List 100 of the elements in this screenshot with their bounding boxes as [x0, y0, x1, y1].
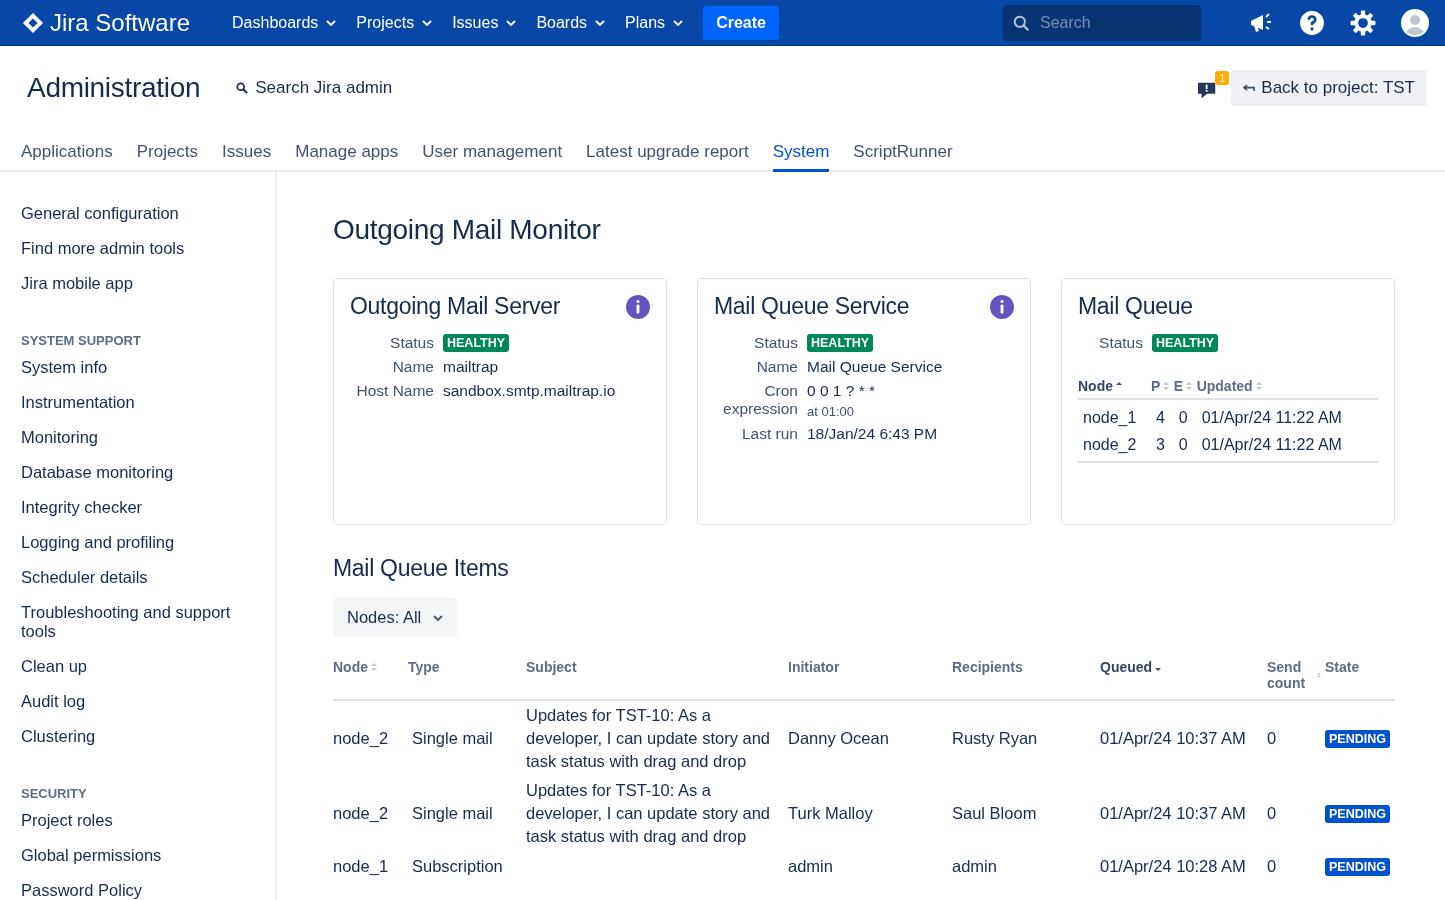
- admin-tab[interactable]: Latest upgrade report: [586, 142, 749, 172]
- table-cell: 01/Apr/24 11:22 AM: [1201, 436, 1342, 453]
- table-cell: Turk Malloy: [788, 804, 873, 822]
- table-cell: 0: [1267, 857, 1277, 875]
- table-cell: Updates for TST-10: As a developer, I can update story and task status with drag and drop: [526, 781, 770, 845]
- table-cell: node_1: [1083, 409, 1137, 426]
- column-header[interactable]: Node: [1078, 378, 1122, 394]
- field-label: Name: [391, 358, 434, 376]
- sidebar-link[interactable]: Project roles: [21, 811, 254, 830]
- sidebar-link[interactable]: Troubleshooting and support tools: [21, 603, 254, 641]
- sidebar-link[interactable]: Find more admin tools: [21, 239, 254, 258]
- table-cell: 3: [1155, 436, 1165, 453]
- page-heading: Administration: [27, 72, 201, 104]
- table-cell: 0: [1267, 729, 1277, 747]
- nav-menu-dropdown[interactable]: Projects: [346, 7, 443, 38]
- table-cell: 01/Apr/24 10:37 AM: [1100, 804, 1246, 822]
- sidebar-link[interactable]: Global permissions: [21, 846, 254, 865]
- field-value: 0 0 1 ? * *: [807, 382, 876, 400]
- admin-tab[interactable]: ScriptRunner: [853, 142, 953, 172]
- search-icon: [1013, 14, 1030, 32]
- table-cell: Updates for TST-10: As a developer, I can update story and task status with drag and drop: [526, 706, 770, 770]
- table-cell: 0: [1178, 436, 1188, 453]
- column-header[interactable]: Send count: [1267, 659, 1321, 691]
- table-cell: admin: [788, 857, 833, 875]
- search-admin-link[interactable]: Search Jira admin: [236, 78, 393, 98]
- info-icon[interactable]: [990, 294, 1014, 319]
- avatar-icon[interactable]: [1401, 8, 1429, 37]
- field-label: Host Name: [355, 382, 434, 400]
- sidebar-link[interactable]: Clustering: [21, 727, 254, 746]
- column-header[interactable]: Queued: [1100, 659, 1162, 675]
- nav-menu-dropdown[interactable]: Boards: [526, 7, 616, 38]
- field-label: Last run: [741, 425, 798, 443]
- sidebar-link[interactable]: Integrity checker: [21, 498, 254, 517]
- table-cell: Danny Ocean: [788, 729, 889, 747]
- sidebar-link[interactable]: Instrumentation: [21, 393, 254, 412]
- admin-tab[interactable]: Issues: [222, 142, 272, 172]
- sidebar-link[interactable]: Scheduler details: [21, 568, 254, 587]
- status-lozenge: HEALTHY: [1152, 334, 1219, 352]
- state-lozenge: PENDING: [1325, 730, 1390, 748]
- table-cell: admin: [952, 857, 997, 875]
- back-to-project-button[interactable]: Back to project: TST: [1231, 70, 1427, 106]
- table-cell: 0: [1267, 804, 1277, 822]
- nav-menu-dropdown[interactable]: Plans: [615, 7, 694, 38]
- column-header: Initiator: [788, 659, 840, 675]
- column-header: State: [1325, 659, 1360, 675]
- table-cell: 0: [1178, 409, 1188, 426]
- megaphone-icon[interactable]: [1248, 10, 1274, 35]
- field-value: mailtrap: [443, 358, 499, 376]
- sidebar-link[interactable]: Clean up: [21, 657, 254, 676]
- return-arrow-icon: [1243, 83, 1256, 93]
- field-label: Name: [755, 358, 798, 376]
- table-cell: Subscription: [412, 857, 503, 875]
- sidebar-link[interactable]: Password Policy: [21, 881, 254, 900]
- sidebar-link[interactable]: Database monitoring: [21, 463, 254, 482]
- nodes-filter-dropdown[interactable]: Nodes: All: [333, 598, 458, 637]
- field-label: Status: [753, 334, 798, 352]
- section-title: Mail Queue Items: [333, 555, 510, 582]
- field-label: Cron expression: [722, 382, 798, 419]
- create-button[interactable]: Create: [703, 5, 779, 40]
- nav-menu-dropdown[interactable]: Issues: [442, 7, 527, 38]
- column-header[interactable]: E: [1173, 378, 1193, 394]
- info-icon[interactable]: [626, 294, 650, 319]
- column-header: Subject: [526, 659, 577, 675]
- sidebar-link[interactable]: Logging and profiling: [21, 533, 254, 552]
- column-header: Type: [408, 659, 440, 675]
- sidebar-link[interactable]: Jira mobile app: [21, 274, 254, 293]
- search-field[interactable]: Search: [1003, 4, 1201, 41]
- column-header[interactable]: Node: [333, 659, 377, 675]
- table-cell: 01/Apr/24 10:37 AM: [1100, 729, 1246, 747]
- field-label: Status: [389, 334, 434, 352]
- chevron-down-icon: [595, 19, 606, 26]
- chevron-down-icon: [326, 19, 337, 26]
- nav-menu-dropdown[interactable]: Dashboards: [222, 7, 347, 38]
- table-cell: node_1: [333, 857, 389, 875]
- table-cell: node_2: [333, 804, 389, 822]
- admin-tab[interactable]: Manage apps: [295, 142, 399, 172]
- admin-tab[interactable]: Applications: [21, 142, 113, 172]
- column-header[interactable]: P: [1150, 378, 1170, 394]
- admin-tab[interactable]: System: [772, 142, 830, 172]
- state-lozenge: PENDING: [1325, 805, 1390, 823]
- field-value: Mail Queue Service: [807, 358, 943, 376]
- chevron-down-icon: [433, 614, 444, 621]
- sidebar-link[interactable]: System info: [21, 358, 254, 377]
- table-cell: 01/Apr/24 11:22 AM: [1201, 409, 1342, 426]
- column-header[interactable]: Updated: [1196, 378, 1262, 394]
- sidebar-link[interactable]: Monitoring: [21, 428, 254, 447]
- state-lozenge: PENDING: [1325, 858, 1390, 876]
- admin-tab[interactable]: Projects: [136, 142, 199, 172]
- diamond-logo-icon: [22, 11, 44, 34]
- sidebar-section-heading: SYSTEM SUPPORT: [21, 333, 142, 348]
- product-logo[interactable]: Jira Software: [22, 8, 191, 37]
- table-cell: Single mail: [412, 804, 493, 822]
- table-cell: node_2: [333, 729, 389, 747]
- sidebar-link[interactable]: General configuration: [21, 204, 254, 223]
- help-icon[interactable]: [1299, 9, 1325, 36]
- table-cell: Saul Bloom: [952, 804, 1037, 822]
- admin-tab[interactable]: User management: [422, 142, 563, 172]
- settings-icon[interactable]: [1350, 9, 1376, 36]
- status-lozenge: HEALTHY: [807, 334, 874, 352]
- sidebar-link[interactable]: Audit log: [21, 692, 254, 711]
